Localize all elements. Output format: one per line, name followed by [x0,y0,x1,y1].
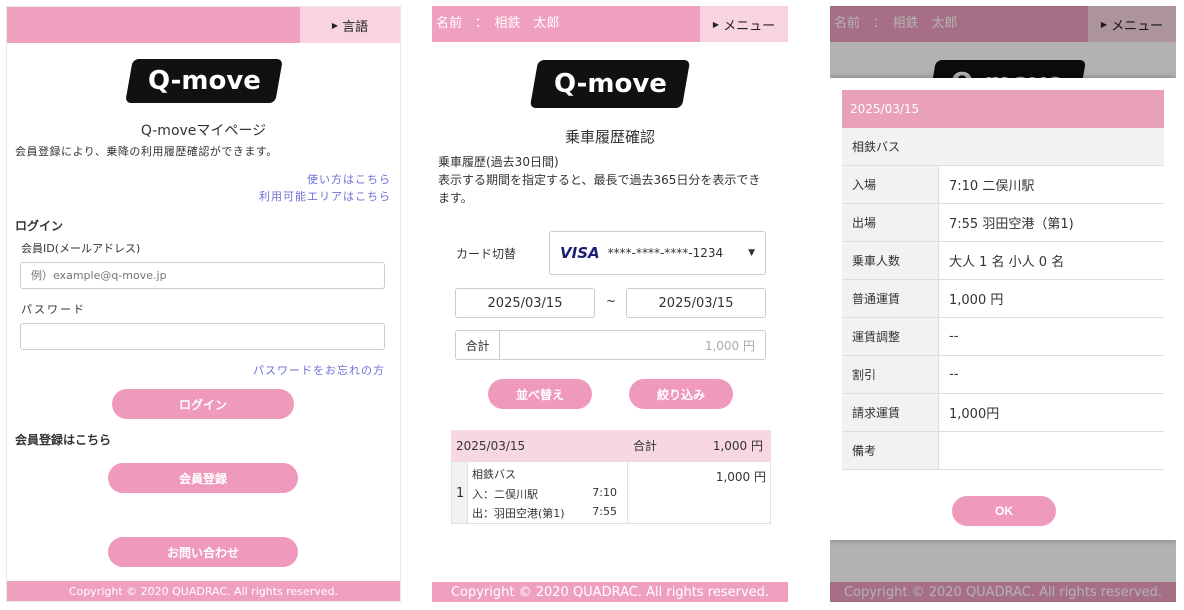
row-fare: 1,000 円 [715,470,766,484]
area-link[interactable]: 利用可能エリアはこちら [259,188,391,204]
forgot-password-link[interactable]: パスワードをお忘れの方 [253,362,385,378]
language-label: 言語 [342,19,369,35]
detail-label: 出場 [842,204,939,241]
date-separator: ~ [606,294,617,308]
page-title: 乗車履歴確認 [564,128,655,146]
description-line-2: 表示する期間を指定すると、最長で過去365日分を表示でき [438,173,761,187]
detail-label: 普通運賃 [842,280,939,317]
sort-button[interactable]: 並べ替え [488,379,592,409]
row-fare-cell: 1,000 円 [628,462,770,523]
description-line-3: ます。 [438,191,473,205]
contact-button[interactable]: お問い合わせ [108,537,298,567]
detail-label: 割引 [842,356,939,393]
footer: Copyright © 2020 QUADRAC. All rights res… [432,582,788,602]
modal-date-header: 2025/03/15 [842,90,1164,128]
date-from-input[interactable]: 2025/03/15 [455,288,595,318]
detail-row-discount: 割引 -- [842,356,1164,394]
visa-logo: VISA [560,244,600,262]
detail-value: -- [949,367,959,382]
row-detail: 相鉄バス 入：二俣川駅 7:10 出：羽田空港(第1) 7:55 [467,462,628,523]
ride-detail-screen: 名前 ： 相鉄 太郎 ▶ メニュー Q-move Copyright © 202… [830,6,1176,602]
detail-value: 1,000 円 [949,293,1004,308]
q-move-logo: Q-move [529,60,691,108]
total-value: 1,000 円 [704,338,755,353]
ride-detail-modal: 2025/03/15 相鉄バス 入場 7:10 二俣川駅 出場 7:55 羽田空… [830,78,1176,540]
total-label: 合計 [456,331,500,359]
q-move-logo: Q-move [125,59,283,103]
menu-button[interactable]: ▶ メニュー [700,6,788,42]
date-to-input[interactable]: 2025/03/15 [626,288,766,318]
modal-operator: 相鉄バス [842,128,1164,166]
howto-link[interactable]: 使い方はこちら [307,171,391,187]
password-input[interactable] [20,323,385,350]
id-label: 会員ID(メールアドレス) [21,242,141,255]
detail-row-notes: 備考 [842,432,1164,470]
detail-row-billed-fare: 請求運賃 1,000円 [842,394,1164,432]
detail-value: 7:10 二俣川駅 [949,179,1035,194]
history-row[interactable]: 1 相鉄バス 入：二俣川駅 7:10 出：羽田空港(第1) 7:55 1,000… [451,461,771,524]
row-in-station: 入：二俣川駅 [472,488,538,501]
detail-label: 請求運賃 [842,394,939,431]
detail-value [939,432,1164,469]
register-heading: 会員登録はこちら [15,433,112,447]
triangle-right-icon: ▶ [331,20,339,30]
total-field: 合計 1,000 円 [455,330,766,360]
detail-row-regular-fare: 普通運賃 1,000 円 [842,280,1164,318]
triangle-right-icon: ▶ [712,19,720,29]
detail-label: 運賃調整 [842,318,939,355]
menu-label: メニュー [723,18,776,34]
ride-history-screen: 名前 ： 相鉄 太郎 ▶ メニュー Q-move 乗車履歴確認 乗車履歴(過去3… [432,6,788,602]
row-operator: 相鉄バス [472,468,516,481]
login-heading: ログイン [15,219,64,233]
detail-row-exit: 出場 7:55 羽田空港（第1) [842,204,1164,242]
user-name: 名前 ： 相鉄 太郎 [436,16,560,31]
password-label: パスワード [21,303,86,316]
group-total-label: 合計 [633,439,658,453]
ok-button[interactable]: OK [952,496,1056,526]
row-in-time: 7:10 [592,486,617,499]
detail-value: 7:55 羽田空港（第1) [949,217,1074,232]
row-index: 1 [456,486,465,501]
detail-label: 入場 [842,166,939,203]
email-input[interactable] [20,262,385,289]
row-out-time: 7:55 [592,505,617,518]
detail-value: -- [949,329,959,344]
description-text: 会員登録により、乗降の利用履歴確認ができます。 [15,145,278,158]
detail-label: 乗車人数 [842,242,939,279]
detail-value: 1,000円 [949,407,1000,422]
filter-button[interactable]: 絞り込み [629,379,733,409]
description-line-1: 乗車履歴(過去30日間) [438,155,559,169]
detail-label: 備考 [842,432,939,469]
page-title: Q-moveマイページ [140,123,267,139]
card-select[interactable]: VISA ****-****-****-1234 ▼ [549,231,766,275]
language-button[interactable]: ▶ 言語 [300,7,400,43]
detail-row-fare-adjustment: 運賃調整 -- [842,318,1164,356]
chevron-down-icon: ▼ [748,248,755,258]
top-bar: 名前 ： 相鉄 太郎 ▶ メニュー [432,6,788,42]
footer: Copyright © 2020 QUADRAC. All rights res… [7,581,400,601]
history-group-header: 2025/03/15 合計 1,000 円 [451,430,771,461]
card-number: ****-****-****-1234 [607,246,724,260]
detail-row-passengers: 乗車人数 大人 1 名 小人 0 名 [842,242,1164,280]
login-button[interactable]: ログイン [112,389,294,419]
group-date: 2025/03/15 [456,438,526,453]
top-bar: ▶ 言語 [7,7,400,43]
detail-value: 大人 1 名 小人 0 名 [949,255,1065,270]
card-switch-label: カード切替 [456,247,517,261]
group-total-value: 1,000 円 [712,439,763,453]
register-button[interactable]: 会員登録 [108,463,298,493]
login-screen: ▶ 言語 Q-move Q-moveマイページ 会員登録により、乗降の利用履歴確… [6,6,401,602]
detail-row-entry: 入場 7:10 二俣川駅 [842,166,1164,204]
row-out-station: 出：羽田空港(第1) [472,507,565,520]
